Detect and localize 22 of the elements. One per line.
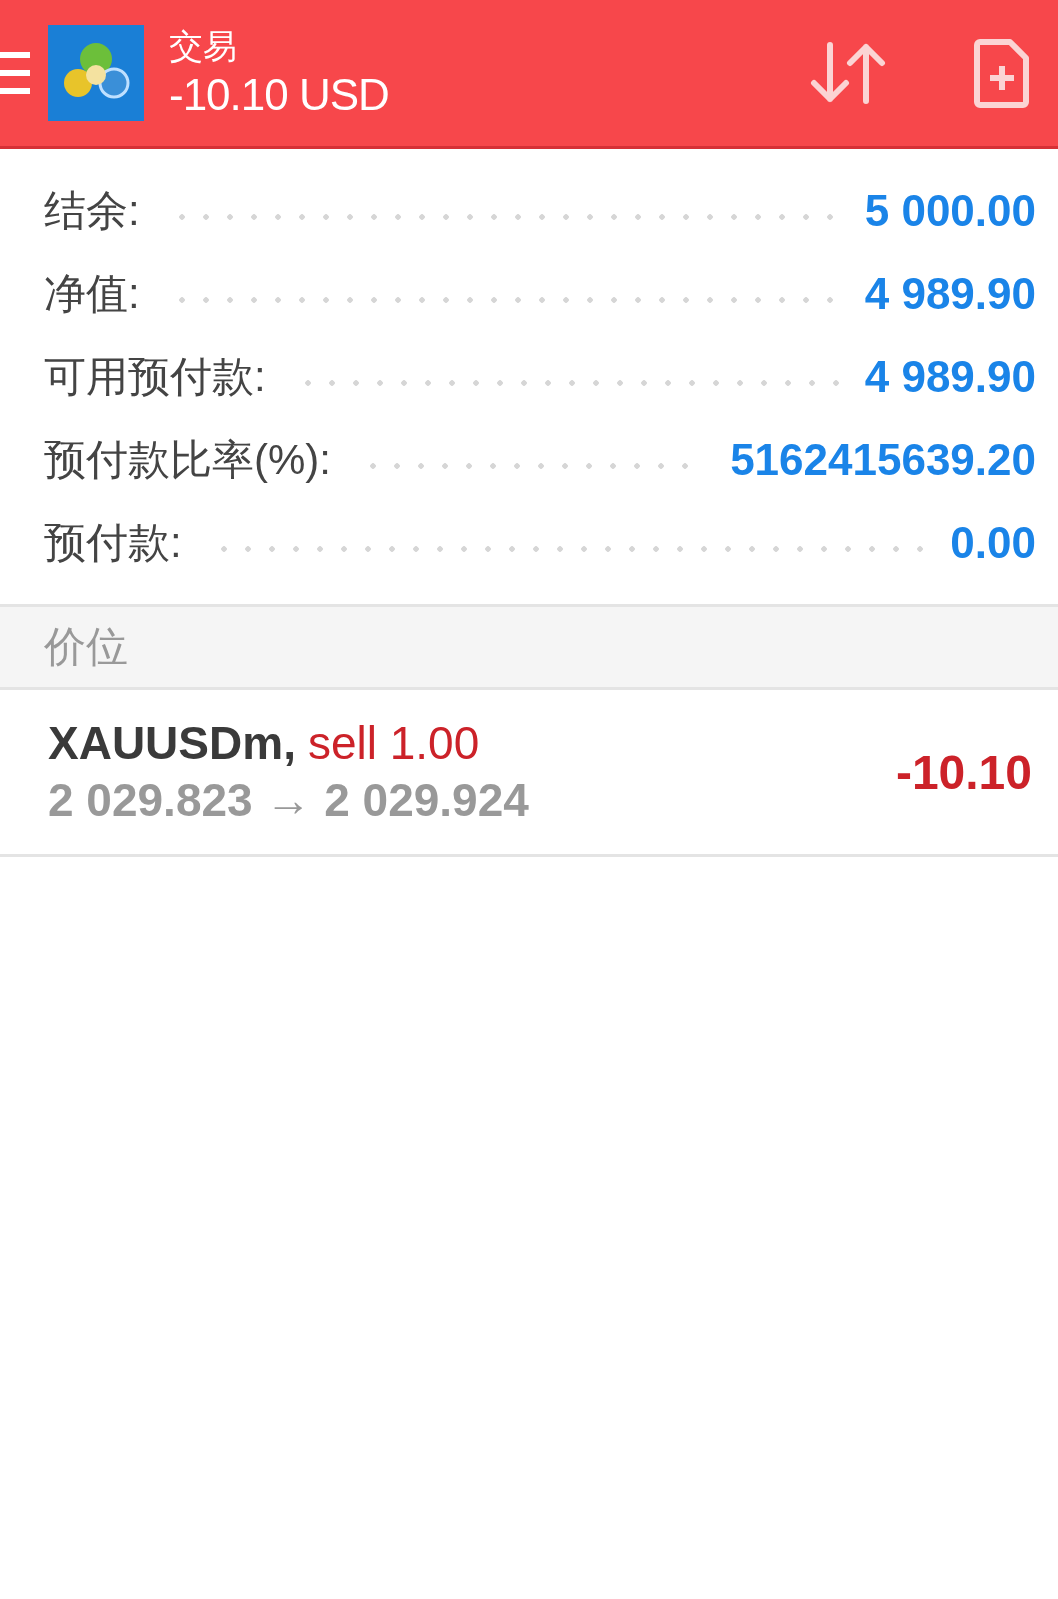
order-type: sell 1.00 <box>307 717 480 769</box>
new-order-icon[interactable] <box>974 38 1030 108</box>
position-profit: -10.10 <box>895 744 1032 800</box>
price-range: 2 029.823 → 2 029.924 <box>48 773 530 828</box>
field-label: 结余: <box>44 185 140 236</box>
sort-icon[interactable] <box>810 41 886 105</box>
field-value: 0.00 <box>950 517 1036 568</box>
app-logo-icon <box>48 25 144 121</box>
field-label: 可用预付款: <box>44 351 266 402</box>
account-profit: -10.10 USD <box>169 69 390 121</box>
position-row[interactable]: XAUUSDm, sell 1.00 2 029.823 → 2 029.924 -10.10 <box>0 690 1058 857</box>
screen-title: 交易 <box>169 26 238 67</box>
section-title: 价位 <box>44 622 128 672</box>
field-value: 4 989.90 <box>864 268 1036 319</box>
field-label: 预付款: <box>44 517 182 568</box>
field-label: 净值: <box>44 268 140 319</box>
field-value: 5162415639.20 <box>730 434 1036 485</box>
symbol: XAUUSDm, <box>48 717 296 769</box>
menu-icon[interactable] <box>0 50 30 96</box>
field-value: 4 989.90 <box>864 351 1036 402</box>
field-value: 5 000.00 <box>864 185 1036 236</box>
field-label: 预付款比率(%): <box>44 434 331 485</box>
